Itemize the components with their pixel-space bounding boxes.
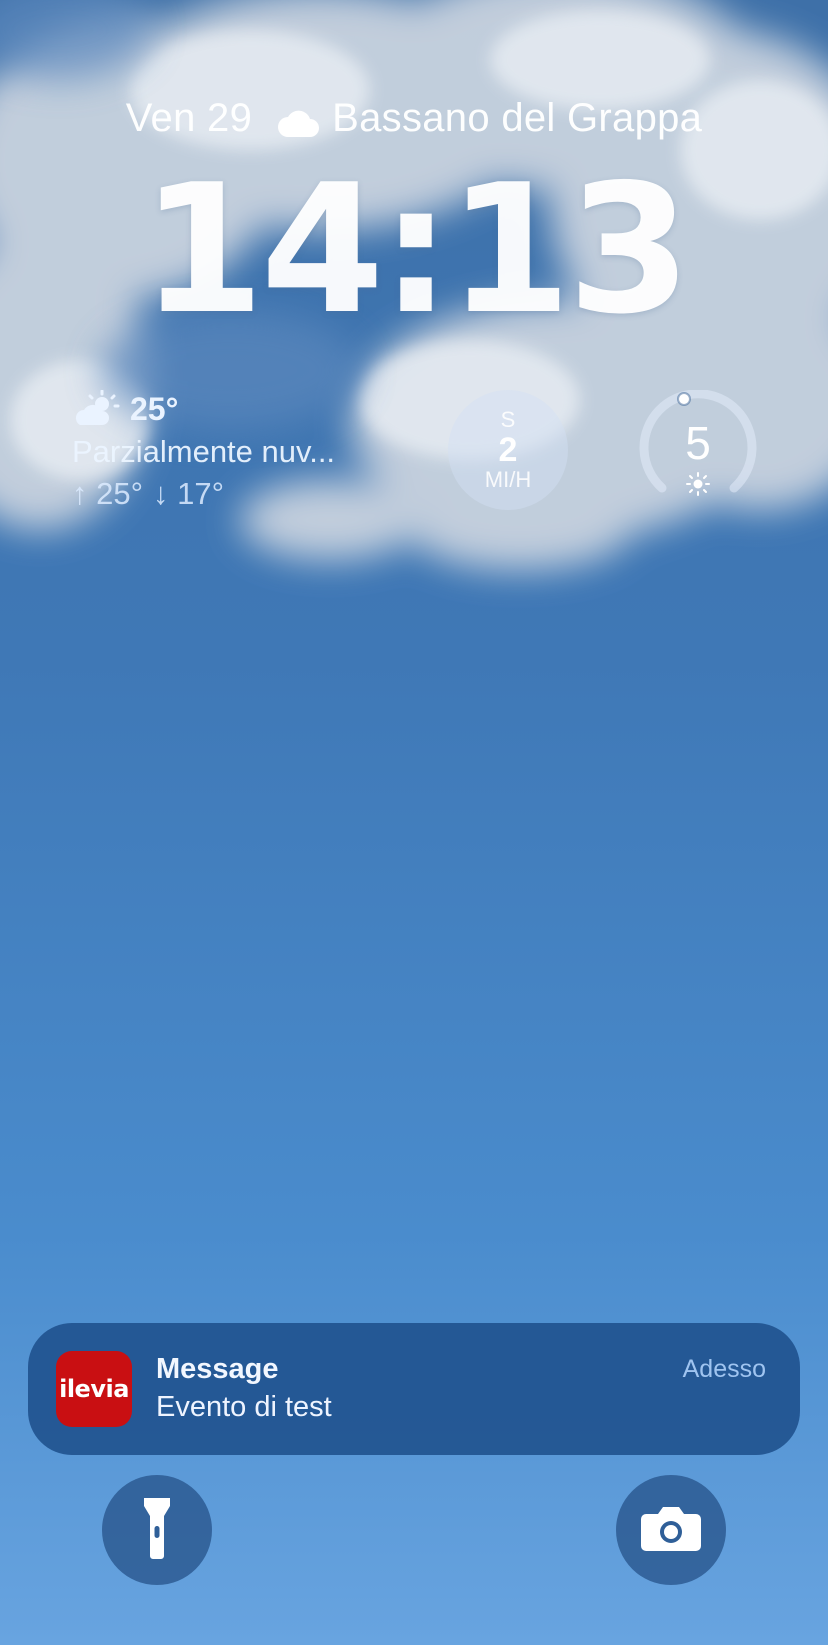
notification-banner[interactable]: ilevia Message Evento di test Adesso [28, 1323, 800, 1455]
uv-index-value: 5 [685, 417, 711, 469]
notification-time: Adesso [682, 1355, 766, 1383]
uv-gauge-marker [677, 392, 691, 406]
lockscreen-clock: 14:13 [140, 146, 692, 353]
camera-icon [640, 1504, 702, 1557]
date-label: Ven 29 [125, 96, 253, 140]
notification-body: Evento di test [156, 1391, 332, 1423]
sun-icon [686, 472, 710, 496]
flashlight-icon [142, 1496, 172, 1565]
camera-button[interactable] [616, 1475, 726, 1585]
location-label: Bassano del Grappa [332, 96, 703, 140]
wind-speed: 2 [498, 431, 518, 469]
flashlight-button[interactable] [102, 1475, 212, 1585]
weather-widget[interactable]: 25° Parzialmente nuv... ↑ 25° ↓ 17° [72, 389, 402, 512]
uv-index-widget[interactable]: 5 [636, 390, 760, 514]
date-location-line: Ven 29 Bassano del Grappa [0, 96, 828, 141]
weather-high: ↑ 25° [72, 476, 143, 511]
weather-temperature: 25° [130, 390, 179, 427]
notification-title: Message [156, 1353, 279, 1385]
wind-widget[interactable]: S 2 MI/H [448, 390, 568, 510]
wind-unit: MI/H [484, 467, 532, 492]
wind-direction: S [500, 407, 516, 432]
sun-behind-cloud-icon [72, 389, 122, 428]
cloud-icon [276, 104, 320, 137]
weather-low: ↓ 17° [153, 476, 224, 511]
weather-condition: Parzialmente nuv... [72, 434, 336, 469]
ilevia-app-icon: ilevia [56, 1351, 132, 1427]
